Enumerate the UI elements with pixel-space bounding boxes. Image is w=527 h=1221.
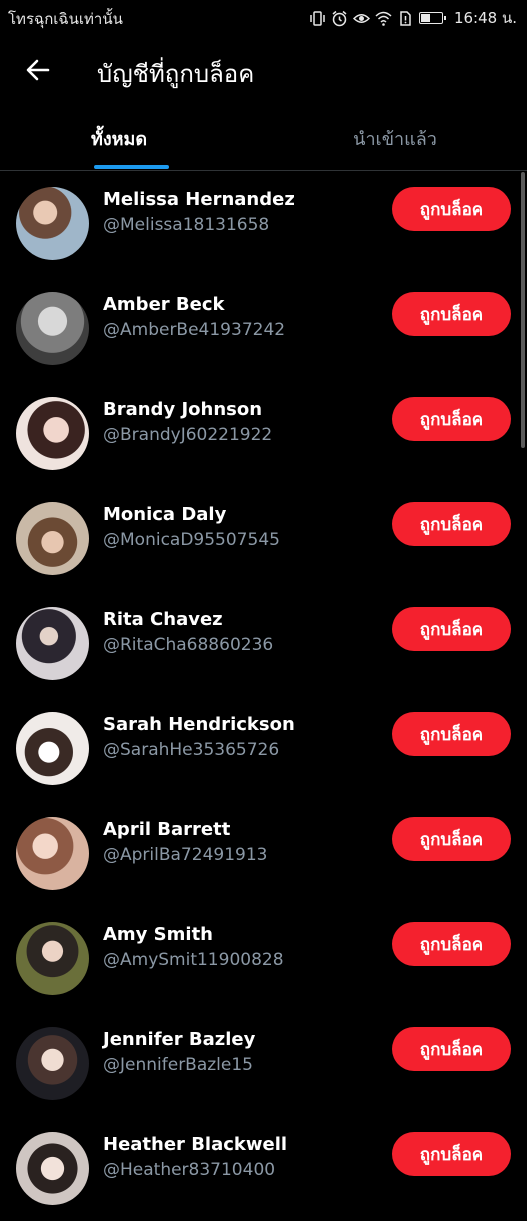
avatar[interactable] — [16, 607, 89, 680]
tab-all[interactable]: ทั้งหมด — [34, 106, 204, 170]
clock: 16:48 น. — [453, 9, 517, 27]
blocked-button[interactable]: ถูกบล็อค — [392, 1132, 511, 1176]
account-handle: @AmySmit11900828 — [103, 950, 284, 970]
status-icons: 16:48 น. — [309, 6, 517, 30]
arrow-left-icon — [26, 59, 50, 81]
blocked-accounts-list: Melissa Hernandez @Melissa18131658 ถูกบล… — [0, 171, 527, 1221]
account-handle: @JenniferBazle15 — [103, 1055, 253, 1075]
avatar[interactable] — [16, 1027, 89, 1100]
account-handle: @Melissa18131658 — [103, 215, 270, 235]
account-name: Heather Blackwell — [103, 1134, 288, 1155]
list-item[interactable]: Sarah Hendrickson @SarahHe35365726 ถูกบล… — [0, 696, 527, 801]
carrier-text: โทรฉุกเฉินเท่านั้น — [8, 10, 123, 28]
blocked-button[interactable]: ถูกบล็อค — [392, 502, 511, 546]
status-bar: โทรฉุกเฉินเท่านั้น 16:48 น. — [0, 0, 527, 34]
account-handle: @BrandyJ60221922 — [103, 425, 273, 445]
account-name: Amber Beck — [103, 294, 225, 315]
blocked-button[interactable]: ถูกบล็อค — [392, 1027, 511, 1071]
list-item[interactable]: Rita Chavez @RitaCha68860236 ถูกบล็อค — [0, 591, 527, 696]
account-name: Melissa Hernandez — [103, 189, 295, 210]
list-item[interactable]: Amy Smith @AmySmit11900828 ถูกบล็อค — [0, 906, 527, 1011]
wifi-icon — [375, 10, 392, 27]
avatar[interactable] — [16, 292, 89, 365]
account-name: Brandy Johnson — [103, 399, 263, 420]
active-tab-indicator — [94, 165, 169, 169]
account-handle: @RitaCha68860236 — [103, 635, 274, 655]
list-item[interactable]: April Barrett @AprilBa72491913 ถูกบล็อค — [0, 801, 527, 906]
avatar[interactable] — [16, 712, 89, 785]
account-name: Sarah Hendrickson — [103, 714, 295, 735]
avatar[interactable] — [16, 1132, 89, 1205]
list-item[interactable]: Amber Beck @AmberBe41937242 ถูกบล็อค — [0, 276, 527, 381]
avatar[interactable] — [16, 397, 89, 470]
tab-bar: ทั้งหมด นำเข้าแล้ว — [0, 106, 527, 171]
blocked-button[interactable]: ถูกบล็อค — [392, 187, 511, 231]
list-item[interactable]: Brandy Johnson @BrandyJ60221922 ถูกบล็อค — [0, 381, 527, 486]
vibrate-icon — [309, 10, 326, 27]
battery-icon — [418, 12, 446, 24]
tab-imported[interactable]: นำเข้าแล้ว — [310, 106, 480, 170]
account-handle: @AmberBe41937242 — [103, 320, 286, 340]
list-item[interactable]: Heather Blackwell @Heather83710400 ถูกบล… — [0, 1116, 527, 1221]
avatar[interactable] — [16, 187, 89, 260]
sim-alert-icon — [397, 10, 414, 27]
avatar[interactable] — [16, 817, 89, 890]
list-item[interactable]: Jennifer Bazley @JenniferBazle15 ถูกบล็อ… — [0, 1011, 527, 1116]
avatar[interactable] — [16, 502, 89, 575]
scrollbar[interactable] — [521, 172, 525, 448]
account-name: Monica Daly — [103, 504, 227, 525]
account-name: Jennifer Bazley — [103, 1029, 256, 1050]
blocked-button[interactable]: ถูกบล็อค — [392, 292, 511, 336]
blocked-button[interactable]: ถูกบล็อค — [392, 607, 511, 651]
account-name: Amy Smith — [103, 924, 213, 945]
account-handle: @SarahHe35365726 — [103, 740, 280, 760]
app-bar: บัญชีที่ถูกบล็อค — [0, 34, 527, 106]
blocked-button[interactable]: ถูกบล็อค — [392, 817, 511, 861]
back-button[interactable] — [20, 52, 56, 88]
account-handle: @Heather83710400 — [103, 1160, 276, 1180]
account-handle: @AprilBa72491913 — [103, 845, 268, 865]
account-name: Rita Chavez — [103, 609, 223, 630]
blocked-button[interactable]: ถูกบล็อค — [392, 712, 511, 756]
account-name: April Barrett — [103, 819, 231, 840]
account-handle: @MonicaD95507545 — [103, 530, 280, 550]
eye-comfort-icon — [352, 10, 370, 27]
list-item[interactable]: Monica Daly @MonicaD95507545 ถูกบล็อค — [0, 486, 527, 591]
blocked-button[interactable]: ถูกบล็อค — [392, 922, 511, 966]
avatar[interactable] — [16, 922, 89, 995]
page-title: บัญชีที่ถูกบล็อค — [97, 60, 255, 88]
list-item[interactable]: Melissa Hernandez @Melissa18131658 ถูกบล… — [0, 171, 527, 276]
blocked-button[interactable]: ถูกบล็อค — [392, 397, 511, 441]
alarm-icon — [331, 10, 348, 27]
